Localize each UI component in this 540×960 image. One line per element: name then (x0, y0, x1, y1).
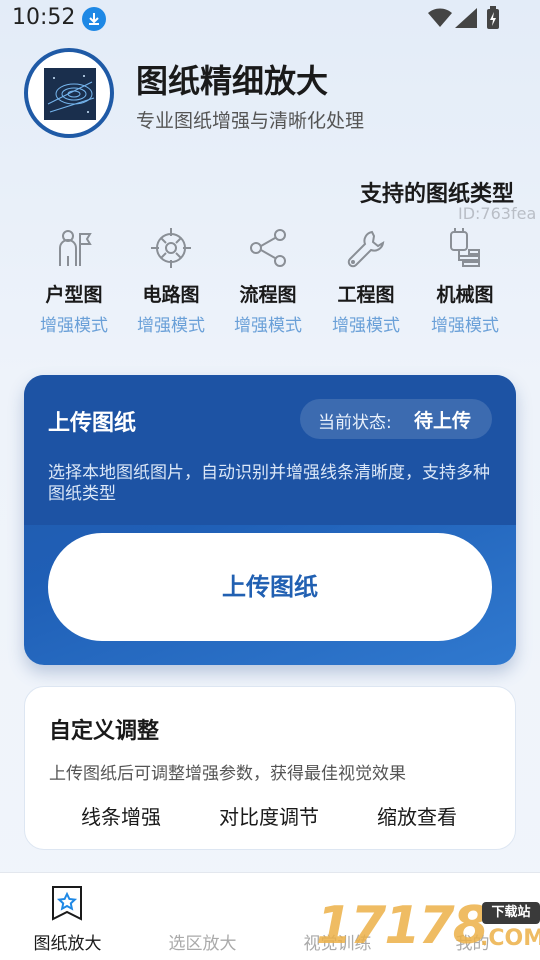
custom-adjust-description: 上传图纸后可调整增强参数，获得最佳视觉效果 (49, 764, 406, 784)
type-mode: 增强模式 (234, 316, 302, 336)
wifi-icon (428, 8, 452, 27)
option-zoom-view[interactable]: 缩放查看 (377, 801, 457, 830)
custom-adjust-title: 自定义调整 (49, 719, 160, 744)
wrench-icon (347, 230, 385, 268)
watermark-tag: 下载站 (482, 902, 540, 924)
nav-item-drawing-zoom[interactable]: 图纸放大 (0, 873, 135, 960)
type-item-flowchart[interactable]: 流程图 增强模式 (220, 226, 316, 346)
app-title: 图纸精细放大 (136, 62, 329, 100)
type-name: 工程图 (337, 284, 395, 306)
type-item-engineering[interactable]: 工程图 增强模式 (318, 226, 414, 346)
nav-label: 选区放大 (168, 934, 237, 954)
type-name: 户型图 (45, 284, 103, 306)
signal-icon (455, 8, 477, 28)
site-watermark: 17178 下载站 .COM (312, 896, 540, 960)
type-item-mechanical[interactable]: 机械图 增强模式 (417, 226, 513, 346)
blueprint-logo (44, 68, 96, 120)
option-contrast-adjust[interactable]: 对比度调节 (219, 801, 319, 830)
id-watermark: ID:763fea (458, 204, 537, 223)
status-time: 10:52 (12, 5, 76, 30)
type-name: 流程图 (239, 284, 297, 306)
nav-item-region-zoom[interactable]: 选区放大 (135, 873, 270, 960)
type-mode: 增强模式 (332, 316, 400, 336)
nav-label: 图纸放大 (33, 934, 102, 954)
status-label: 当前状态: (318, 413, 392, 433)
type-name: 电路图 (142, 284, 200, 306)
option-line-enhance[interactable]: 线条增强 (81, 801, 161, 830)
machine-icon (450, 228, 480, 267)
drawing-star-icon (52, 886, 82, 921)
status-value: 待上传 (414, 410, 472, 432)
floorplan-icon (59, 230, 92, 266)
upload-card-title: 上传图纸 (48, 411, 137, 436)
app-subtitle: 专业图纸增强与清晰化处理 (136, 110, 365, 132)
watermark-suffix: .COM (480, 926, 540, 951)
type-item-floorplan[interactable]: 户型图 增强模式 (26, 226, 122, 346)
status-bar: 10:52 (0, 0, 540, 38)
drawing-types-list: 户型图 增强模式 电路图 增强模式 流程图 增强模式 工程图 增强模式 机械图 … (24, 226, 516, 346)
upload-drawing-button[interactable]: 上传图纸 (48, 533, 492, 641)
type-mode: 增强模式 (431, 316, 499, 336)
battery-charging-icon (487, 6, 499, 29)
custom-adjust-card: 自定义调整 上传图纸后可调整增强参数，获得最佳视觉效果 线条增强 对比度调节 缩… (24, 686, 516, 850)
download-icon (82, 7, 106, 31)
upload-card: 上传图纸 当前状态: 待上传 选择本地图纸图片，自动识别并增强线条清晰度，支持多… (24, 375, 516, 665)
share-flow-icon (250, 229, 286, 267)
upload-description: 选择本地图纸图片，自动识别并增强线条清晰度，支持多种图纸类型 (48, 463, 490, 504)
type-mode: 增强模式 (137, 316, 205, 336)
circuit-icon (151, 228, 191, 268)
app-logo (24, 48, 114, 138)
type-mode: 增强模式 (40, 316, 108, 336)
type-name: 机械图 (436, 284, 494, 306)
watermark-digits: 17178 (316, 896, 489, 956)
type-item-circuit[interactable]: 电路图 增强模式 (123, 226, 219, 346)
status-badge: 当前状态: 待上传 (300, 399, 492, 439)
